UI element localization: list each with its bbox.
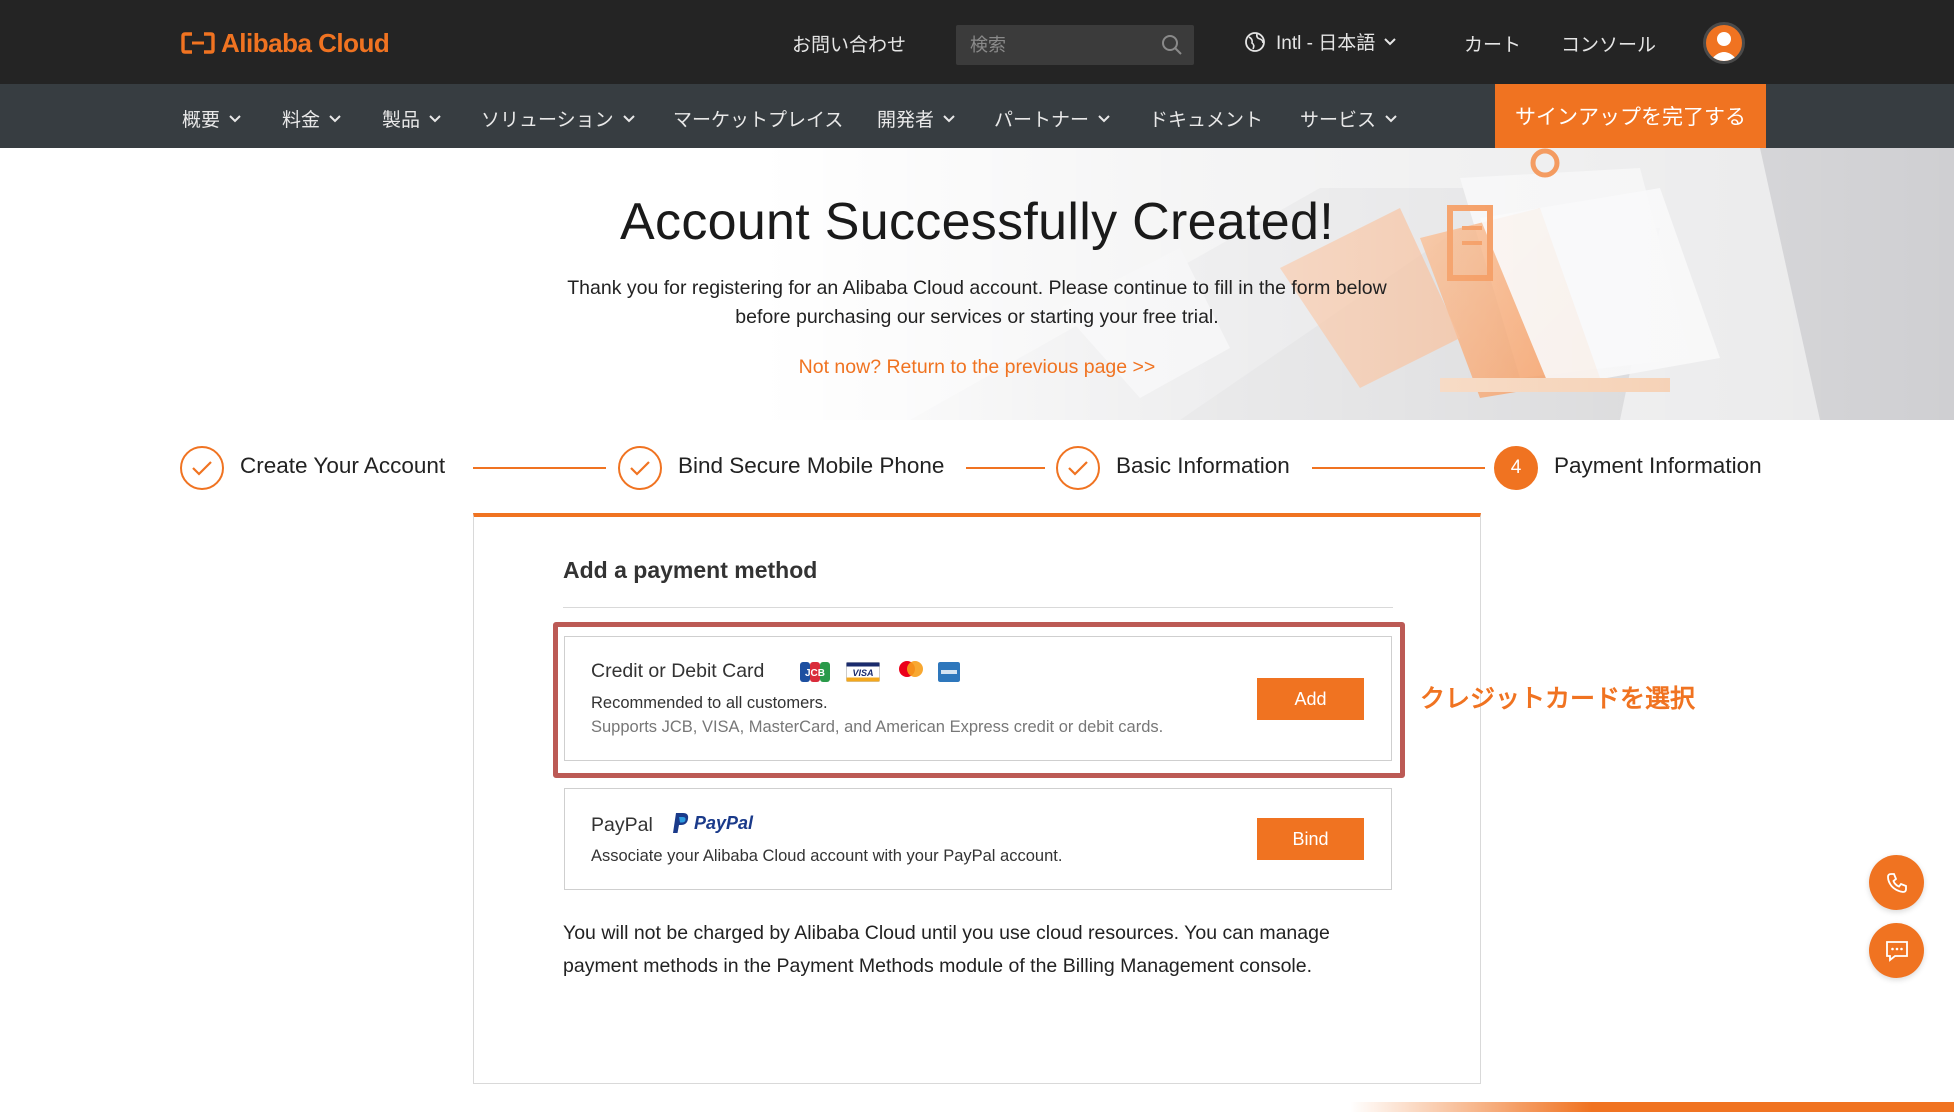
nav-item-label: ドキュメント <box>1149 110 1264 131</box>
step-1-label: Create Your Account <box>240 453 446 478</box>
step-3-check-icon <box>1056 446 1100 490</box>
nav-item-label: 製品 <box>382 110 421 131</box>
nav-item-label: マーケットプレイス <box>673 110 844 131</box>
console-link[interactable]: コンソール <box>1561 30 1656 57</box>
phone-icon <box>1886 872 1907 893</box>
step-connector <box>966 467 1045 469</box>
chevron-down-icon <box>229 114 241 122</box>
hero-description: Thank you for registering for an Alibaba… <box>477 274 1477 332</box>
phone-contact-button[interactable] <box>1869 855 1924 910</box>
chat-button[interactable] <box>1869 923 1924 978</box>
nav-item-label: サービス <box>1300 110 1377 131</box>
paypal-title: PayPal <box>591 814 653 836</box>
paypal-logo-text: PayPal <box>694 812 754 833</box>
nav-item-label: パートナー <box>994 110 1090 131</box>
hero-description-line-1: Thank you for registering for an Alibaba… <box>567 277 1387 299</box>
step-1-check-icon <box>180 446 224 490</box>
user-avatar[interactable] <box>1703 22 1745 64</box>
chevron-down-icon <box>1385 114 1397 122</box>
search-input[interactable] <box>956 25 1146 65</box>
chevron-down-icon <box>622 114 635 122</box>
globe-icon <box>1245 31 1265 52</box>
step-connector <box>473 467 606 469</box>
page-title: Account Successfully Created! <box>620 193 1334 251</box>
step-2-check-icon <box>618 446 662 490</box>
user-avatar-icon <box>1710 32 1738 61</box>
chevron-down-icon <box>1384 37 1396 45</box>
nav-item-services[interactable]: サービス <box>1300 105 1398 132</box>
nav-item-products[interactable]: 製品 <box>382 105 442 132</box>
nav-item-partners[interactable]: パートナー <box>994 105 1111 132</box>
selection-highlight-box <box>553 622 1405 778</box>
alibaba-logo-icon <box>181 32 215 54</box>
chevron-down-icon <box>429 114 441 122</box>
cart-link[interactable]: カート <box>1464 30 1521 57</box>
billing-note: You will not be charged by Alibaba Cloud… <box>563 922 1330 977</box>
step-4-number-badge: 4 <box>1494 446 1538 490</box>
complete-signup-button[interactable]: サインアップを完了する <box>1495 84 1766 148</box>
paypal-description: Associate your Alibaba Cloud account wit… <box>591 847 1063 865</box>
paypal-logo: PayPal <box>672 812 753 834</box>
search-icon[interactable] <box>1160 33 1184 57</box>
divider <box>563 607 1393 608</box>
bind-paypal-button[interactable]: Bind <box>1257 818 1364 860</box>
nav-item-documentation[interactable]: ドキュメント <box>1149 105 1263 132</box>
chevron-down-icon <box>943 114 955 122</box>
logo-text: Alibaba Cloud <box>221 27 390 58</box>
step-4-label: Payment Information <box>1554 453 1762 478</box>
top-bar: Alibaba Cloud お問い合わせ Intl - 日本語 カート コンソー… <box>0 0 1954 84</box>
bottom-accent-strip <box>1350 1102 1954 1112</box>
chat-icon <box>1885 940 1908 962</box>
nav-item-label: 概要 <box>182 110 221 131</box>
nav-item-label: 料金 <box>282 110 321 131</box>
nav-item-overview[interactable]: 概要 <box>182 105 242 132</box>
language-selector[interactable]: Intl - 日本語 <box>1244 28 1407 55</box>
nav-item-solutions[interactable]: ソリューション <box>481 105 636 132</box>
step-connector <box>1312 467 1485 469</box>
payment-section-title: Add a payment method <box>563 557 818 583</box>
select-credit-card-annotation: クレジットカードを選択 <box>1420 685 1696 713</box>
nav-item-developers[interactable]: 開発者 <box>877 105 956 132</box>
step-3-label: Basic Information <box>1116 453 1290 478</box>
chevron-down-icon <box>1098 114 1110 122</box>
contact-link[interactable]: お問い合わせ <box>792 30 906 57</box>
nav-item-label: 開発者 <box>877 110 935 131</box>
nav-item-marketplace[interactable]: マーケットプレイス <box>673 105 843 132</box>
paypal-icon <box>673 813 689 833</box>
hero-description-line-2: before purchasing our services or starti… <box>735 306 1219 328</box>
search-box[interactable] <box>956 25 1194 65</box>
step-4-number: 4 <box>1510 457 1522 478</box>
nav-item-pricing[interactable]: 料金 <box>282 105 342 132</box>
return-previous-link[interactable]: Not now? Return to the previous page >> <box>0 356 1954 379</box>
chevron-down-icon <box>329 114 341 122</box>
language-label: Intl - 日本語 <box>1276 33 1376 54</box>
alibaba-cloud-logo[interactable]: Alibaba Cloud <box>181 26 390 60</box>
step-2-label: Bind Secure Mobile Phone <box>678 453 945 478</box>
nav-item-label: ソリューション <box>481 110 614 131</box>
